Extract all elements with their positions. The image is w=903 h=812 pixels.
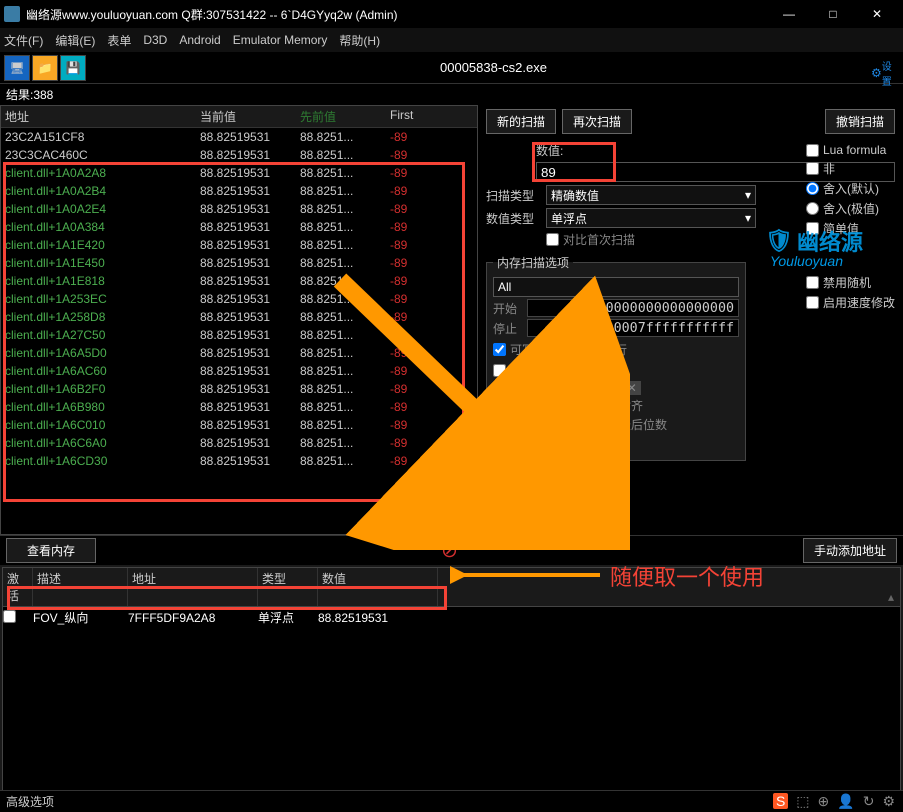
value-label: 数值: (536, 142, 592, 159)
cheat-table[interactable]: 激活 描述 地址 类型 数值 FOV_纵向 7FFF5DF9A2A8 单浮点 8… (2, 567, 901, 812)
open-folder-icon[interactable]: 📁 (32, 55, 58, 81)
menu-help[interactable]: 帮助(H) (339, 32, 380, 49)
rounded-default-radio[interactable] (806, 182, 819, 195)
mem-stop-input[interactable] (527, 319, 739, 337)
results-count: 结果:388 (0, 84, 903, 105)
writable-checkbox[interactable] (493, 343, 506, 356)
menu-edit[interactable]: 编辑(E) (55, 32, 95, 49)
scan-results-table[interactable]: 地址 当前值 先前值 First 23C2A151CF888.825195318… (0, 105, 478, 535)
scan-options-panel: 新的扫描 再次扫描 撤销扫描 数值: 扫描类型 精确数值▾ 数值类型 单浮点▾ … (478, 105, 903, 535)
settings-icon[interactable]: ⚙设置 (871, 60, 897, 86)
rounded-extreme-radio[interactable] (806, 202, 819, 215)
tray-icon[interactable]: ↻ (863, 793, 875, 810)
table-row[interactable]: client.dll+1A0A2B488.8251953188.8251...-… (1, 182, 477, 200)
undo-scan-button[interactable]: 撤销扫描 (825, 109, 895, 134)
system-tray: S ⬚ ⊕ 👤 ↻ ⚙ (765, 790, 903, 812)
table-row[interactable]: client.dll+1A0A2E488.8251953188.8251...-… (1, 200, 477, 218)
toolbar: 🖥 📁 💾 00005838-cs2.exe (0, 52, 903, 84)
col-addr[interactable]: 地址 (128, 568, 258, 606)
menu-file[interactable]: 文件(F) (4, 32, 43, 49)
col-address[interactable]: 地址 (1, 106, 196, 127)
align-radio[interactable] (602, 399, 615, 412)
tray-icon[interactable]: ⊕ (818, 793, 830, 810)
col-type[interactable]: 类型 (258, 568, 318, 606)
new-scan-button[interactable]: 新的扫描 (486, 109, 556, 134)
last-digits-radio[interactable] (602, 418, 615, 431)
fast-scan-checkbox[interactable] (493, 409, 506, 422)
close-button[interactable]: ✕ (855, 0, 899, 28)
value-type-select[interactable]: 单浮点▾ (546, 208, 756, 228)
menu-emulator[interactable]: Emulator Memory (233, 33, 328, 47)
table-row[interactable]: 23C3CAC460C88.8251953188.8251...-89 (1, 146, 477, 164)
chevron-down-icon: ▾ (745, 211, 751, 225)
menu-android[interactable]: Android (179, 33, 220, 47)
memory-scan-options: 内存扫描选项 All 开始 停止 可写 可执行 写时拷贝 Active memo… (486, 254, 746, 461)
scan-type-label: 扫描类型 (486, 187, 542, 204)
table-row[interactable]: client.dll+1A6CD3088.8251953188.8251...-… (1, 452, 477, 470)
chevron-down-icon: ▾ (745, 188, 751, 202)
table-row[interactable]: client.dll+1A258D888.8251953188.8251...-… (1, 308, 477, 326)
table-row[interactable]: client.dll+1A0A38488.8251953188.8251...-… (1, 218, 477, 236)
process-name: 00005838-cs2.exe (88, 60, 899, 75)
table-row[interactable]: client.dll+1A1E42088.8251953188.8251...-… (1, 236, 477, 254)
scan-type-select[interactable]: 精确数值▾ (546, 185, 756, 205)
compare-first-checkbox[interactable] (546, 233, 559, 246)
next-scan-button[interactable]: 再次扫描 (562, 109, 632, 134)
enable-speedhack-checkbox[interactable] (806, 296, 819, 309)
table-row[interactable]: client.dll+1A6C01088.8251953188.8251...-… (1, 416, 477, 434)
minimize-button[interactable]: — (767, 0, 811, 28)
app-icon (4, 6, 20, 22)
table-row[interactable]: client.dll+1A1E45088.8251953188.8251...-… (1, 254, 477, 272)
table-row[interactable]: client.dll+1A27C5088.8251953188.8251...-… (1, 326, 477, 344)
ime-icon[interactable]: S (773, 793, 788, 809)
fast-scan-value[interactable] (564, 407, 594, 424)
active-memory-checkbox[interactable] (493, 382, 506, 395)
tray-icon[interactable]: ⚙ (882, 793, 895, 810)
watermark-sub: Youluoyuan (770, 253, 843, 269)
table-row[interactable]: 23C2A151CF888.8251953188.8251...-89 (1, 128, 477, 146)
chevron-up-icon[interactable]: ▴ (888, 590, 894, 604)
menu-d3d[interactable]: D3D (143, 33, 167, 47)
clear-icon[interactable]: ✕ (623, 381, 641, 395)
col-active[interactable]: 激活 (3, 568, 33, 606)
pause-game-checkbox[interactable] (493, 437, 506, 450)
executable-checkbox[interactable] (574, 343, 587, 356)
col-first[interactable]: First (386, 106, 456, 127)
menu-table[interactable]: 表单 (107, 32, 131, 49)
lua-formula-checkbox[interactable] (806, 144, 819, 157)
tray-icon[interactable]: ⬚ (796, 793, 809, 810)
table-row[interactable]: client.dll+1A6B98088.8251953188.8251...-… (1, 398, 477, 416)
not-checkbox[interactable] (806, 162, 819, 175)
value-type-label: 数值类型 (486, 210, 542, 227)
disable-random-checkbox[interactable] (806, 276, 819, 289)
col-previous[interactable]: 先前值 (296, 106, 386, 127)
active-checkbox[interactable] (3, 610, 16, 623)
window-title: 幽络源www.youluoyuan.com Q群:307531422 -- 6`… (26, 6, 767, 23)
tray-icon[interactable]: 👤 (837, 793, 854, 810)
table-row[interactable]: client.dll+1A0A2A888.8251953188.8251...-… (1, 164, 477, 182)
no-entry-icon[interactable]: ⊘ (441, 538, 458, 563)
manual-add-button[interactable]: 手动添加地址 (803, 538, 897, 563)
table-row[interactable]: client.dll+1A6AC6088.8251953188.8251...-… (1, 362, 477, 380)
table-row[interactable]: client.dll+1A6A5D088.8251953188.8251...-… (1, 344, 477, 362)
table-row[interactable]: client.dll+1A1E81888.8251953188.8251...-… (1, 272, 477, 290)
titlebar: 幽络源www.youluoyuan.com Q群:307531422 -- 6`… (0, 0, 903, 28)
table-row[interactable]: FOV_纵向 7FFF5DF9A2A8 单浮点 88.82519531 (3, 607, 900, 628)
mem-start-input[interactable] (527, 299, 739, 317)
table-row[interactable]: client.dll+1A253EC88.8251953188.8251...-… (1, 290, 477, 308)
table-row[interactable]: client.dll+1A6C6A088.8251953188.8251...-… (1, 434, 477, 452)
view-memory-button[interactable]: 查看内存 (6, 538, 96, 563)
col-value[interactable]: 数值 (318, 568, 438, 606)
save-icon[interactable]: 💾 (60, 55, 86, 81)
col-current[interactable]: 当前值 (196, 106, 296, 127)
maximize-button[interactable]: □ (811, 0, 855, 28)
mid-toolbar: 查看内存 ⊘ 手动添加地址 (0, 535, 903, 565)
menubar: 文件(F) 编辑(E) 表单 D3D Android Emulator Memo… (0, 28, 903, 52)
cow-checkbox[interactable] (493, 364, 506, 377)
select-process-icon[interactable]: 🖥 (4, 55, 30, 81)
col-desc[interactable]: 描述 (33, 568, 128, 606)
mem-region-select[interactable]: All (493, 277, 739, 297)
table-row[interactable]: client.dll+1A6B2F088.8251953188.8251...-… (1, 380, 477, 398)
